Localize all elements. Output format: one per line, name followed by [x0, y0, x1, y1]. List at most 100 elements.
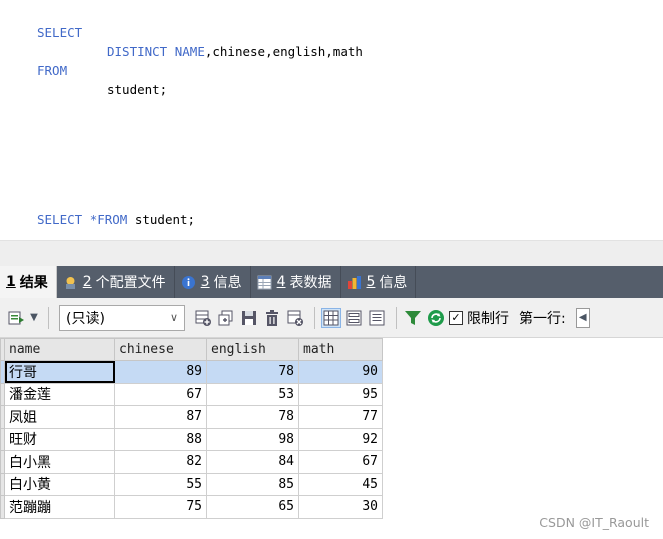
column-header-name[interactable]: name: [4, 338, 115, 361]
tab-info-2[interactable]: 5 信息: [341, 266, 417, 298]
mode-select-value: (只读): [66, 310, 105, 327]
tab-profile-number: 2: [82, 274, 92, 290]
cell-chinese[interactable]: 55: [114, 472, 207, 496]
cell-chinese[interactable]: 88: [114, 427, 207, 451]
cell-chinese[interactable]: 82: [114, 450, 207, 474]
chevron-left-icon[interactable]: ◀: [575, 307, 590, 328]
sql-keyword-distinct: DISTINCT: [107, 44, 168, 59]
code-line-columns: DISTINCT NAME,chinese,english,math: [107, 44, 363, 60]
table-row[interactable]: 范蹦蹦 75 65 30: [0, 495, 383, 519]
cell-chinese[interactable]: 67: [114, 382, 207, 406]
toolbar-separator: [396, 306, 397, 329]
sql-table-name-2: student;: [127, 212, 196, 227]
table-row[interactable]: 旺财 88 98 92: [0, 427, 383, 451]
filter-icon[interactable]: [403, 308, 423, 328]
cell-name[interactable]: 白小黑: [4, 450, 115, 474]
tab-info-number: 3: [200, 274, 210, 290]
table-row[interactable]: 白小黑 82 84 67: [0, 450, 383, 474]
text-view-icon[interactable]: [367, 308, 387, 328]
sql-keyword-select: SELECT: [37, 25, 83, 40]
sql-table-name: student;: [107, 82, 168, 97]
editor-gutter: [0, 0, 18, 240]
tab-table-data[interactable]: 4 表数据: [251, 266, 341, 298]
export-icon[interactable]: [6, 308, 26, 328]
save-icon[interactable]: [239, 308, 259, 328]
duplicate-row-icon[interactable]: [216, 308, 236, 328]
tab-info-2-label: 信息: [379, 275, 408, 291]
cell-chinese[interactable]: 75: [114, 495, 207, 519]
cell-math[interactable]: 92: [298, 427, 383, 451]
grid-view-icon[interactable]: [321, 307, 341, 328]
cell-name[interactable]: 白小黄: [4, 472, 115, 496]
sql-columns: ,chinese,english,math: [204, 44, 363, 59]
cell-name[interactable]: 行哥: [4, 360, 115, 384]
result-grid: name chinese english math 行哥 89 78 90 潘金…: [0, 338, 383, 519]
table-row[interactable]: 凤姐 87 78 77: [0, 405, 383, 429]
cell-english[interactable]: 98: [206, 427, 299, 451]
toolbar-separator: [48, 306, 49, 329]
cell-chinese[interactable]: 89: [114, 360, 207, 384]
tab-result-label: 结果: [19, 275, 48, 291]
sql-editor[interactable]: SELECT DISTINCT NAME,chinese,english,mat…: [0, 0, 663, 240]
tab-info[interactable]: 3 信息: [175, 266, 251, 298]
cell-math[interactable]: 90: [298, 360, 383, 384]
toolbar-separator: [314, 306, 315, 329]
result-toolbar: ▼ (只读) ∨ ✓ 限制行 第一行: ◀: [0, 298, 663, 338]
cell-name[interactable]: 旺财: [4, 427, 115, 451]
column-header-chinese[interactable]: chinese: [114, 338, 207, 361]
discard-changes-icon[interactable]: [285, 308, 305, 328]
tab-result[interactable]: 1 结果: [0, 266, 57, 298]
cell-english[interactable]: 84: [206, 450, 299, 474]
sql-keyword-from-2: FROM: [97, 212, 128, 227]
info-icon: [181, 275, 196, 290]
cell-english[interactable]: 85: [206, 472, 299, 496]
cell-name[interactable]: 潘金莲: [4, 382, 115, 406]
table-row[interactable]: 白小黄 55 85 45: [0, 472, 383, 496]
table-row[interactable]: 行哥 89 78 90: [0, 360, 383, 384]
tab-result-number: 1: [6, 274, 16, 290]
limit-rows-label: 限制行: [467, 310, 509, 327]
cell-english[interactable]: 65: [206, 495, 299, 519]
column-header-math[interactable]: math: [298, 338, 383, 361]
cell-math[interactable]: 45: [298, 472, 383, 496]
watermark: CSDN @IT_Raoult: [539, 515, 649, 530]
first-row-label: 第一行:: [519, 310, 566, 327]
cell-math[interactable]: 95: [298, 382, 383, 406]
tab-table-data-number: 4: [276, 274, 286, 290]
code-line-query2: SELECT *FROM student;: [37, 212, 195, 228]
form-view-icon[interactable]: [344, 308, 364, 328]
code-line-select: SELECT: [37, 25, 82, 41]
limit-rows-checkbox[interactable]: ✓: [449, 310, 463, 325]
tab-info-label: 信息: [213, 275, 242, 291]
export-dropdown-icon[interactable]: ▼: [29, 308, 39, 328]
sql-keyword-from: FROM: [37, 63, 68, 78]
cell-english[interactable]: 78: [206, 405, 299, 429]
cell-name[interactable]: 范蹦蹦: [4, 495, 115, 519]
code-line-from: FROM: [37, 63, 67, 79]
result-tab-bar: 1 结果 2 个配置文件 3 信息 4 表数据 5 信息: [0, 266, 663, 298]
result-table: name chinese english math 行哥 89 78 90 潘金…: [0, 338, 383, 519]
cell-math[interactable]: 67: [298, 450, 383, 474]
tab-profile-label: 个配置文件: [95, 275, 166, 291]
delete-icon[interactable]: [262, 308, 282, 328]
cell-name[interactable]: 凤姐: [4, 405, 115, 429]
tab-table-data-label: 表数据: [289, 275, 332, 291]
sql-keyword-name: NAME: [174, 44, 205, 59]
tab-info-2-number: 5: [366, 274, 376, 290]
cell-math[interactable]: 77: [298, 405, 383, 429]
cell-english[interactable]: 78: [206, 360, 299, 384]
profile-icon: [63, 275, 78, 290]
cell-english[interactable]: 53: [206, 382, 299, 406]
table-row[interactable]: 潘金莲 67 53 95: [0, 382, 383, 406]
add-row-icon[interactable]: [193, 308, 213, 328]
mode-select[interactable]: (只读) ∨: [59, 304, 185, 331]
table-data-icon: [257, 275, 272, 290]
cell-math[interactable]: 30: [298, 495, 383, 519]
cell-chinese[interactable]: 87: [114, 405, 207, 429]
pane-splitter[interactable]: [0, 240, 663, 266]
column-header-english[interactable]: english: [206, 338, 299, 361]
info-color-icon: [347, 275, 362, 290]
refresh-icon[interactable]: [426, 308, 446, 328]
sql-keyword-select-2: SELECT: [37, 212, 83, 227]
tab-profile[interactable]: 2 个配置文件: [57, 266, 175, 298]
